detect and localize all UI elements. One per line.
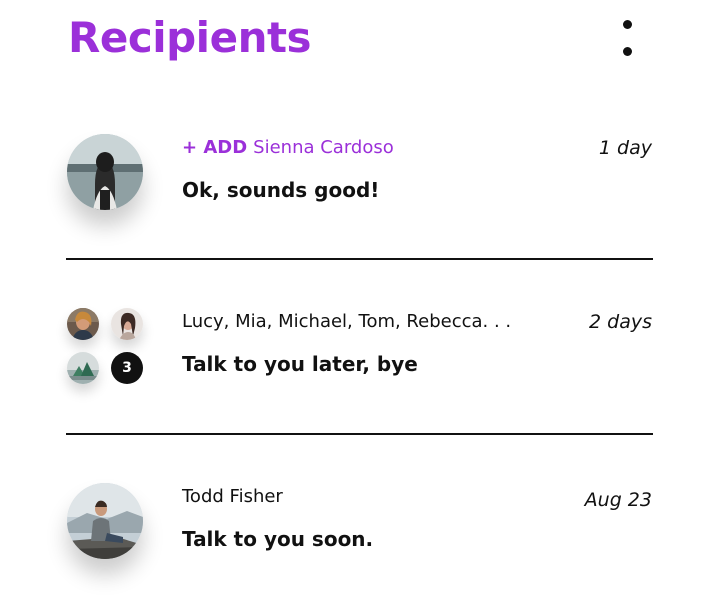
conversation-row-group[interactable]: 3 Lucy, Mia, Michael, Tom, Rebecca. . . …: [0, 264, 718, 438]
kebab-dot: [622, 20, 632, 29]
group-member-names: Lucy, Mia, Michael, Tom, Rebecca. . .: [182, 311, 512, 332]
group-avatar-1: [67, 308, 99, 340]
todd-avatar: [67, 483, 143, 559]
divider: [66, 433, 653, 435]
conversation-time: Aug 23: [584, 489, 652, 511]
divider: [66, 258, 653, 260]
contact-name: Sienna Cardoso: [253, 137, 394, 158]
more-members-count-badge: 3: [111, 352, 143, 384]
group-avatar-2: [111, 308, 143, 340]
conversation-time: 1 day: [598, 137, 652, 159]
more-vertical-icon[interactable]: [612, 20, 642, 56]
kebab-dot: [622, 47, 632, 56]
conversation-time: 2 days: [589, 311, 652, 333]
page-title: Recipients: [68, 13, 312, 62]
conversation-row-todd[interactable]: Todd Fisher Aug 23 Talk to you soon.: [0, 439, 718, 613]
conversation-last-message: Talk to you later, bye: [182, 352, 418, 376]
conversation-last-message: Ok, sounds good!: [182, 178, 380, 202]
conversation-row-sienna[interactable]: + ADD Sienna Cardoso 1 day Ok, sounds goo…: [0, 90, 718, 264]
conversation-title: + ADD Sienna Cardoso: [182, 135, 394, 161]
conversation-last-message: Talk to you soon.: [182, 527, 374, 551]
contact-name: Todd Fisher: [182, 486, 283, 507]
add-contact-link[interactable]: + ADD: [182, 137, 247, 158]
group-avatar-3: [67, 352, 99, 384]
sienna-avatar: [67, 134, 143, 210]
